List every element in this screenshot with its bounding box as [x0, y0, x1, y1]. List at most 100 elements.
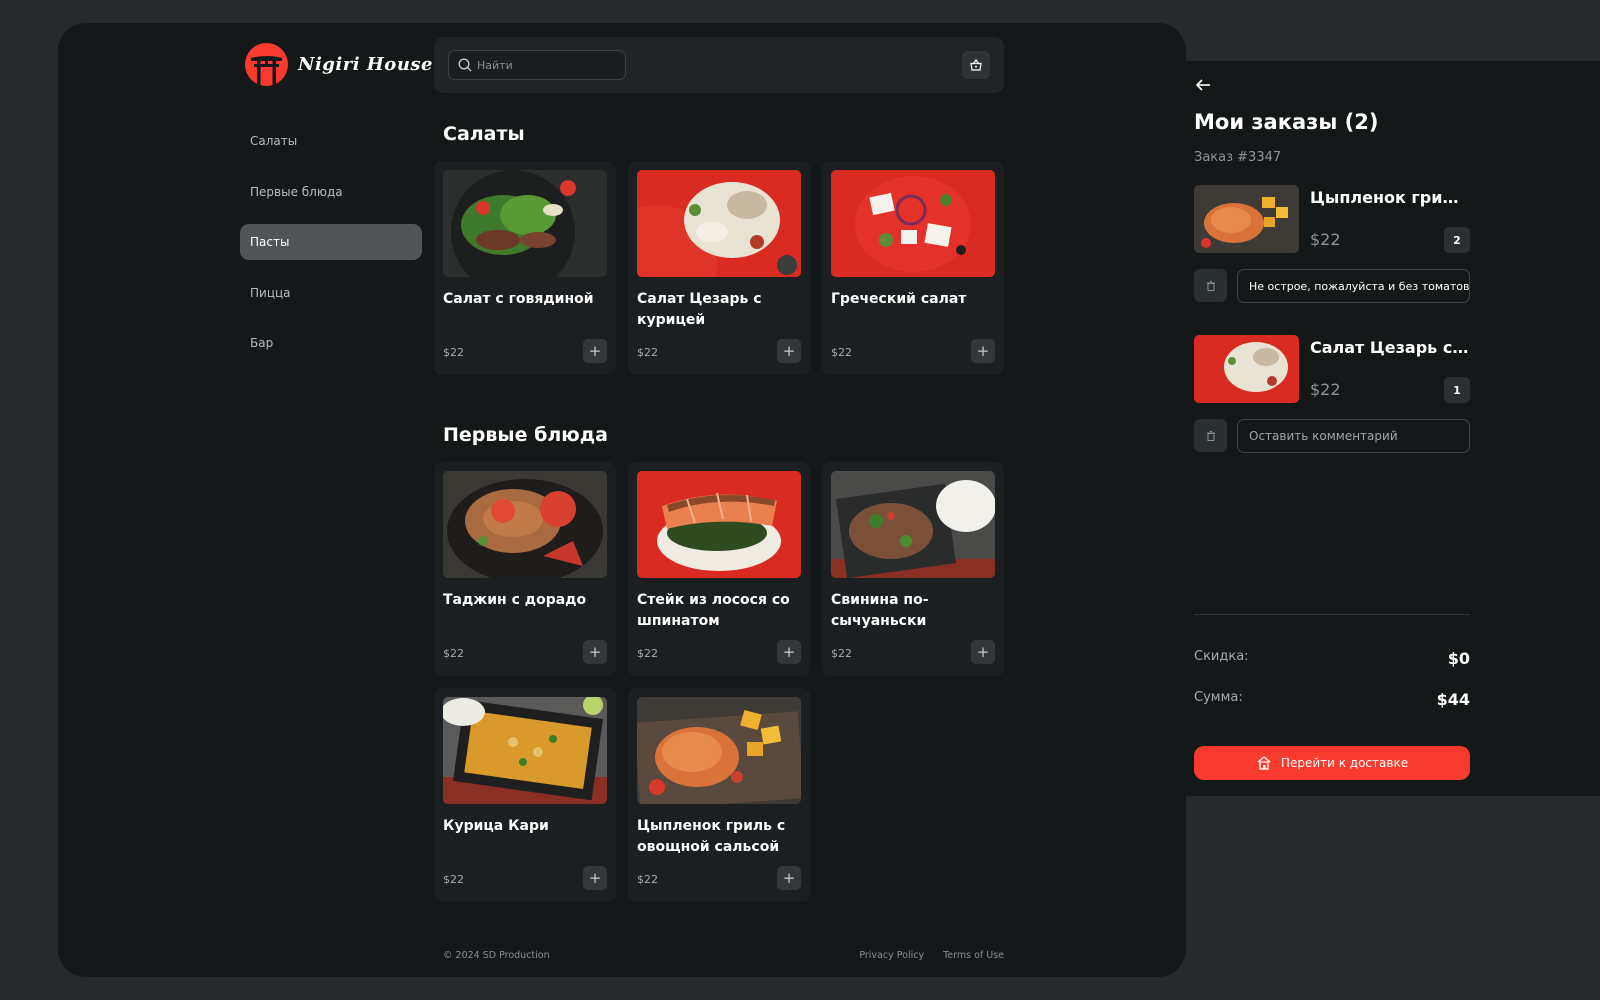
dish-price: $22	[443, 647, 464, 660]
add-to-cart-button[interactable]: +	[583, 640, 607, 664]
dish-image	[637, 697, 801, 804]
orders-title: Мои заказы (2)	[1194, 110, 1379, 134]
product-card[interactable]: Курица Кари $22 +	[434, 688, 616, 902]
plus-icon: +	[782, 341, 796, 360]
dish-price: $22	[637, 873, 658, 886]
product-card[interactable]: Свинина по-сычуаньски $22 +	[822, 462, 1004, 676]
dish-name: Курица Кари	[443, 818, 549, 834]
dish-image	[443, 471, 607, 578]
sidebar-item-label: Салаты	[250, 134, 298, 148]
product-card[interactable]: Салат с говядиной $22 +	[434, 161, 616, 375]
order-comment-input[interactable]	[1237, 419, 1470, 453]
add-to-cart-button[interactable]: +	[777, 640, 801, 664]
add-to-cart-button[interactable]: +	[777, 339, 801, 363]
plus-icon: +	[588, 642, 602, 661]
plus-icon: +	[782, 642, 796, 661]
order-item-price: $22	[1310, 380, 1341, 399]
add-to-cart-button[interactable]: +	[583, 866, 607, 890]
trash-icon	[1206, 430, 1215, 441]
arrow-left-icon	[1195, 79, 1210, 91]
total-label: Сумма:	[1194, 690, 1243, 705]
dish-name: Свинина по-сычуаньски	[831, 592, 929, 629]
dish-name: Салат Цезарь с курицей	[637, 291, 762, 328]
main-frame	[58, 23, 1186, 977]
cart-button[interactable]	[962, 51, 990, 79]
order-comment-input[interactable]	[1237, 269, 1470, 303]
terms-of-use-link[interactable]: Terms of Use	[943, 950, 1004, 961]
total-value: $44	[1436, 690, 1470, 709]
checkout-button[interactable]: Перейти к доставке	[1194, 746, 1470, 780]
dish-image	[443, 170, 607, 277]
order-item-price: $22	[1310, 230, 1341, 249]
checkout-label: Перейти к доставке	[1280, 756, 1409, 770]
product-card[interactable]: Стейк из лосося со шпинатом $22 +	[628, 462, 810, 676]
dish-price: $22	[831, 647, 852, 660]
order-item-image	[1194, 185, 1299, 253]
sidebar-item-label: Пицца	[250, 285, 291, 300]
delete-item-button[interactable]	[1194, 419, 1227, 452]
order-number: Заказ #3347	[1194, 150, 1282, 165]
dish-name: Салат с говядиной	[443, 291, 594, 307]
logo[interactable]: Nigiri House	[245, 43, 433, 86]
footer-links: Privacy Policy Terms of Use	[859, 950, 1004, 961]
sidebar-item-label: Пасты	[250, 235, 290, 249]
dish-price: $22	[637, 647, 658, 660]
add-to-cart-button[interactable]: +	[777, 866, 801, 890]
product-card[interactable]: Салат Цезарь с курицей $22 +	[628, 161, 810, 375]
dish-image	[637, 170, 801, 277]
add-to-cart-button[interactable]: +	[583, 339, 607, 363]
dish-name: Греческий салат	[831, 291, 967, 307]
dish-price: $22	[637, 346, 658, 359]
section-title-first-courses: Первые блюда	[443, 424, 608, 446]
footer-copyright: © 2024 SD Production	[443, 950, 550, 961]
search-icon	[458, 58, 472, 72]
dish-image	[443, 697, 607, 804]
section-title-salads: Салаты	[443, 123, 525, 145]
back-button[interactable]	[1194, 75, 1214, 95]
privacy-policy-link[interactable]: Privacy Policy	[859, 950, 924, 961]
top-bar	[434, 37, 1004, 93]
sidebar-item-bar[interactable]: Бар	[240, 325, 422, 361]
order-item-image	[1194, 335, 1299, 403]
dish-name: Цыпленок гриль с овощной сальсой	[637, 818, 786, 855]
category-sidebar: Салаты Первые блюда Пасты Пицца Бар	[240, 123, 422, 376]
sidebar-item-salads[interactable]: Салаты	[240, 123, 422, 159]
search-input[interactable]	[477, 58, 617, 72]
product-card[interactable]: Цыпленок гриль с овощной сальсой $22 +	[628, 688, 810, 902]
dish-price: $22	[443, 346, 464, 359]
dish-name: Таджин с дорадо	[443, 592, 587, 608]
delivery-house-icon	[1257, 756, 1271, 770]
basket-icon	[970, 58, 982, 71]
sidebar-item-first-courses[interactable]: Первые блюда	[240, 174, 422, 210]
plus-icon: +	[976, 341, 990, 360]
product-card[interactable]: Греческий салат $22 +	[822, 161, 1004, 375]
dish-name: Стейк из лосося со шпинатом	[637, 592, 790, 629]
dish-price: $22	[831, 346, 852, 359]
sidebar-item-pasta[interactable]: Пасты	[240, 224, 422, 260]
order-item-name: Цыпленок гриль с овощной сальсой	[1310, 188, 1470, 207]
sidebar-item-label: Первые блюда	[250, 184, 343, 199]
product-card[interactable]: Таджин с дорадо $22 +	[434, 462, 616, 676]
plus-icon: +	[588, 341, 602, 360]
search-box[interactable]	[448, 50, 626, 80]
delete-item-button[interactable]	[1194, 269, 1227, 302]
plus-icon: +	[782, 868, 796, 887]
add-to-cart-button[interactable]: +	[971, 640, 995, 664]
orders-panel: Мои заказы (2) Заказ #3347 Цыпленок грил…	[1186, 61, 1600, 796]
order-item-name: Салат Цезарь с курицей	[1310, 338, 1470, 357]
dish-image	[831, 471, 995, 578]
summary-divider	[1194, 614, 1470, 615]
add-to-cart-button[interactable]: +	[971, 339, 995, 363]
brand-name: Nigiri House	[298, 54, 433, 75]
sidebar-item-pizza[interactable]: Пицца	[240, 275, 422, 311]
plus-icon: +	[976, 642, 990, 661]
trash-icon	[1206, 280, 1215, 291]
discount-label: Скидка:	[1194, 649, 1249, 664]
torii-gate-icon	[245, 43, 288, 86]
order-item-quantity[interactable]: 1	[1444, 377, 1470, 403]
order-item-quantity[interactable]: 2	[1444, 227, 1470, 253]
dish-price: $22	[443, 873, 464, 886]
dish-image	[831, 170, 995, 277]
plus-icon: +	[588, 868, 602, 887]
sidebar-item-label: Бар	[250, 336, 274, 350]
